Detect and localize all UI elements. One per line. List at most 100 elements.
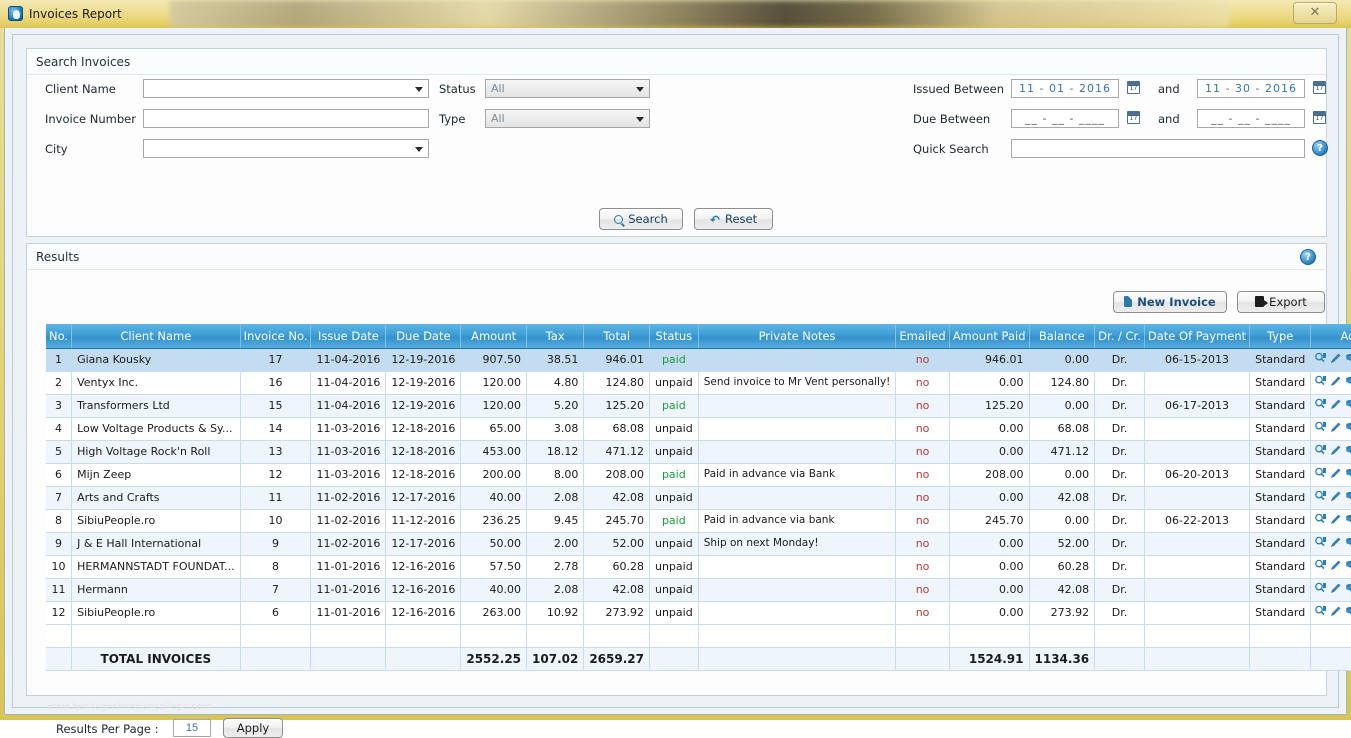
table-row[interactable]: 7Arts and Crafts1111-02-201612-17-201640… bbox=[46, 486, 1351, 509]
due-from-input[interactable]: __ - __ - ____ bbox=[1011, 109, 1119, 128]
payment-icon[interactable] bbox=[1345, 467, 1351, 482]
search-button[interactable]: Search bbox=[599, 208, 683, 230]
edit-icon[interactable] bbox=[1330, 398, 1342, 413]
view-icon[interactable] bbox=[1314, 559, 1327, 574]
payment-icon[interactable] bbox=[1345, 605, 1351, 620]
blurred-background-strip bbox=[170, 0, 1230, 28]
results-per-page-input[interactable] bbox=[173, 719, 211, 737]
action-cell: ✕ bbox=[1311, 555, 1351, 578]
payment-icon[interactable] bbox=[1345, 559, 1351, 574]
payment-icon[interactable] bbox=[1345, 352, 1351, 367]
payment-icon[interactable] bbox=[1345, 513, 1351, 528]
edit-icon[interactable] bbox=[1330, 421, 1342, 436]
table-row[interactable]: 5High Voltage Rock'n Roll1311-03-201612-… bbox=[46, 440, 1351, 463]
view-icon[interactable] bbox=[1314, 605, 1327, 620]
column-header-emailed[interactable]: Emailed bbox=[896, 324, 949, 348]
column-header-tax[interactable]: Tax bbox=[527, 324, 584, 348]
payment-icon[interactable] bbox=[1345, 536, 1351, 551]
table-row[interactable]: 1Giana Kousky1711-04-201612-19-2016907.5… bbox=[46, 348, 1351, 371]
column-header-total[interactable]: Total bbox=[584, 324, 650, 348]
view-icon[interactable] bbox=[1314, 375, 1327, 390]
close-icon[interactable]: ✕ bbox=[1293, 2, 1337, 24]
private-notes-cell bbox=[698, 601, 896, 624]
edit-icon[interactable] bbox=[1330, 513, 1342, 528]
table-row[interactable]: 3Transformers Ltd1511-04-201612-19-20161… bbox=[46, 394, 1351, 417]
edit-icon[interactable] bbox=[1330, 536, 1342, 551]
column-header-issue-date[interactable]: Issue Date bbox=[311, 324, 386, 348]
column-header-type[interactable]: Type bbox=[1250, 324, 1311, 348]
table-row[interactable]: 9J & E Hall International911-02-201612-1… bbox=[46, 532, 1351, 555]
type-dropdown[interactable]: All bbox=[485, 109, 650, 128]
invoice-number-input[interactable] bbox=[143, 109, 429, 128]
column-header-due-date[interactable]: Due Date bbox=[386, 324, 461, 348]
export-icon bbox=[1255, 296, 1264, 307]
edit-icon[interactable] bbox=[1330, 605, 1342, 620]
view-icon[interactable] bbox=[1314, 421, 1327, 436]
quick-search-input[interactable] bbox=[1011, 139, 1305, 158]
view-icon[interactable] bbox=[1314, 513, 1327, 528]
payment-icon[interactable] bbox=[1345, 421, 1351, 436]
view-icon[interactable] bbox=[1314, 467, 1327, 482]
column-header-no[interactable]: No. bbox=[46, 324, 72, 348]
column-header-dr-cr[interactable]: Dr. / Cr. bbox=[1095, 324, 1145, 348]
payment-icon[interactable] bbox=[1345, 582, 1351, 597]
search-icon bbox=[614, 215, 623, 224]
table-row[interactable]: 6Mijn Zeep1211-03-201612-18-2016200.008.… bbox=[46, 463, 1351, 486]
edit-icon[interactable] bbox=[1330, 559, 1342, 574]
column-header-client-name[interactable]: Client Name bbox=[72, 324, 241, 348]
apply-button[interactable]: Apply bbox=[223, 718, 283, 738]
issued-from-input[interactable]: 11 - 01 - 2016 bbox=[1011, 79, 1119, 98]
column-header-action[interactable]: Action bbox=[1311, 324, 1351, 348]
calendar-icon[interactable] bbox=[1127, 111, 1140, 124]
table-row[interactable]: 12SibiuPeople.ro611-01-201612-16-2016263… bbox=[46, 601, 1351, 624]
edit-icon[interactable] bbox=[1330, 467, 1342, 482]
payment-icon[interactable] bbox=[1345, 444, 1351, 459]
table-row[interactable]: 8SibiuPeople.ro1011-02-201611-12-2016236… bbox=[46, 509, 1351, 532]
table-row[interactable]: 11Hermann711-01-201612-16-201640.002.084… bbox=[46, 578, 1351, 601]
calendar-icon[interactable] bbox=[1313, 81, 1326, 94]
column-header-invoice-no[interactable]: Invoice No. bbox=[240, 324, 311, 348]
table-row[interactable]: 4Low Voltage Products & Sy...1411-03-201… bbox=[46, 417, 1351, 440]
client-name-cell: SibiuPeople.ro bbox=[72, 509, 241, 532]
client-name-dropdown[interactable] bbox=[143, 79, 429, 98]
column-header-amount-paid[interactable]: Amount Paid bbox=[949, 324, 1029, 348]
client-name-cell: SibiuPeople.ro bbox=[72, 601, 241, 624]
emailed-cell: no bbox=[896, 601, 949, 624]
reset-button[interactable]: ↶Reset bbox=[694, 208, 773, 230]
new-invoice-button[interactable]: New Invoice bbox=[1113, 291, 1227, 313]
edit-icon[interactable] bbox=[1330, 444, 1342, 459]
edit-icon[interactable] bbox=[1330, 490, 1342, 505]
view-icon[interactable] bbox=[1314, 444, 1327, 459]
dr-cr-cell: Dr. bbox=[1095, 417, 1145, 440]
view-icon[interactable] bbox=[1314, 582, 1327, 597]
status-dropdown[interactable]: All bbox=[485, 79, 650, 98]
table-row[interactable]: 10HERMANNSTADT FOUNDAT...811-01-201612-1… bbox=[46, 555, 1351, 578]
column-header-status[interactable]: Status bbox=[649, 324, 698, 348]
edit-icon[interactable] bbox=[1330, 375, 1342, 390]
calendar-icon[interactable] bbox=[1127, 81, 1140, 94]
view-icon[interactable] bbox=[1314, 490, 1327, 505]
column-header-amount[interactable]: Amount bbox=[461, 324, 527, 348]
issued-to-input[interactable]: 11 - 30 - 2016 bbox=[1197, 79, 1305, 98]
payment-icon[interactable] bbox=[1345, 398, 1351, 413]
view-icon[interactable] bbox=[1314, 536, 1327, 551]
due-to-input[interactable]: __ - __ - ____ bbox=[1197, 109, 1305, 128]
help-icon[interactable]: ? bbox=[1300, 249, 1316, 265]
column-header-balance[interactable]: Balance bbox=[1029, 324, 1095, 348]
payment-icon[interactable] bbox=[1345, 375, 1351, 390]
edit-icon[interactable] bbox=[1330, 582, 1342, 597]
city-dropdown[interactable] bbox=[143, 139, 429, 158]
edit-icon[interactable] bbox=[1330, 352, 1342, 367]
table-row[interactable]: 2Ventyx Inc.1611-04-201612-19-2016120.00… bbox=[46, 371, 1351, 394]
help-icon[interactable]: ? bbox=[1312, 140, 1328, 156]
export-button[interactable]: Export bbox=[1237, 291, 1325, 313]
view-icon[interactable] bbox=[1314, 352, 1327, 367]
row-number: 7 bbox=[46, 486, 72, 509]
calendar-icon[interactable] bbox=[1313, 111, 1326, 124]
view-icon[interactable] bbox=[1314, 398, 1327, 413]
total-empty-cell bbox=[896, 647, 949, 670]
payment-icon[interactable] bbox=[1345, 490, 1351, 505]
amount-cell: 65.00 bbox=[461, 417, 527, 440]
column-header-private-notes[interactable]: Private Notes bbox=[698, 324, 896, 348]
column-header-date-of-payment[interactable]: Date Of Payment bbox=[1144, 324, 1249, 348]
